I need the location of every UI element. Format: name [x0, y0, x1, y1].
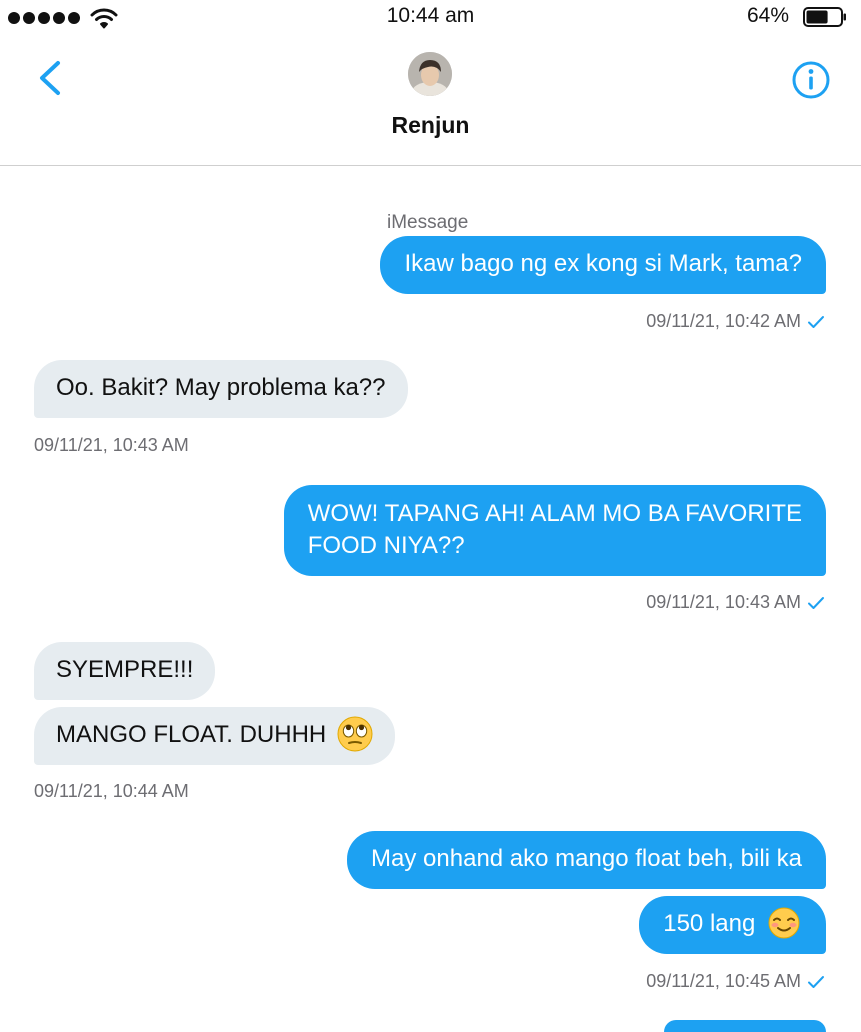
rolling-eyes-emoji-icon — [337, 716, 373, 752]
check-icon — [808, 975, 824, 988]
battery-icon — [803, 7, 846, 27]
message-timestamp: 09/11/21, 10:42 AM — [646, 311, 825, 332]
conversation-header: Renjun — [0, 34, 861, 166]
message-bubble-outgoing[interactable]: 150 lang — [639, 896, 826, 954]
message-bubble-outgoing[interactable]: WOW! TAPANG AH! ALAM MO BA FAVORITE FOOD… — [283, 485, 826, 576]
message-text: SYEMPRE!!! — [56, 656, 194, 683]
message-timestamp: 09/11/21, 10:43 AM — [646, 592, 825, 613]
message-bubble-outgoing-partial[interactable] — [664, 1020, 826, 1032]
check-icon — [808, 315, 824, 328]
message-text: May onhand ako mango float beh, bili ka — [371, 845, 802, 872]
service-label: iMessage — [387, 212, 469, 233]
contact-name[interactable]: Renjun — [0, 112, 861, 139]
smiling-blush-emoji-icon — [768, 907, 800, 939]
check-icon — [808, 596, 824, 609]
message-text-continued: FOOD NIYA?? — [307, 532, 465, 559]
message-text: 150 lang — [663, 910, 756, 937]
status-time: 10:44 am — [386, 4, 475, 27]
battery-percent: 64% — [746, 4, 789, 27]
message-bubble-incoming[interactable]: Oo. Bakit? May problema ka?? — [34, 360, 408, 418]
message-text: MANGO FLOAT. DUHHH — [56, 721, 327, 748]
status-bar: 10:44 am 64% — [0, 0, 861, 34]
info-icon[interactable] — [791, 60, 831, 100]
message-timestamp: 09/11/21, 10:45 AM — [646, 971, 825, 992]
message-text: WOW! TAPANG AH! ALAM MO BA FAVORITE — [307, 500, 802, 527]
message-timestamp: 09/11/21, 10:43 AM — [34, 435, 189, 455]
message-bubble-incoming[interactable]: MANGO FLOAT. DUHHH — [34, 707, 395, 765]
message-text: Ikaw bago ng ex kong si Mark, tama? — [404, 250, 802, 277]
message-bubble-incoming[interactable]: SYEMPRE!!! — [34, 642, 216, 700]
back-chevron-icon[interactable] — [34, 60, 66, 96]
message-timestamp: 09/11/21, 10:44 AM — [34, 781, 189, 801]
message-text: Oo. Bakit? May problema ka?? — [56, 374, 386, 401]
avatar[interactable] — [408, 52, 452, 96]
message-bubble-outgoing[interactable]: Ikaw bago ng ex kong si Mark, tama? — [380, 236, 826, 294]
message-bubble-outgoing[interactable]: May onhand ako mango float beh, bili ka — [347, 831, 826, 889]
